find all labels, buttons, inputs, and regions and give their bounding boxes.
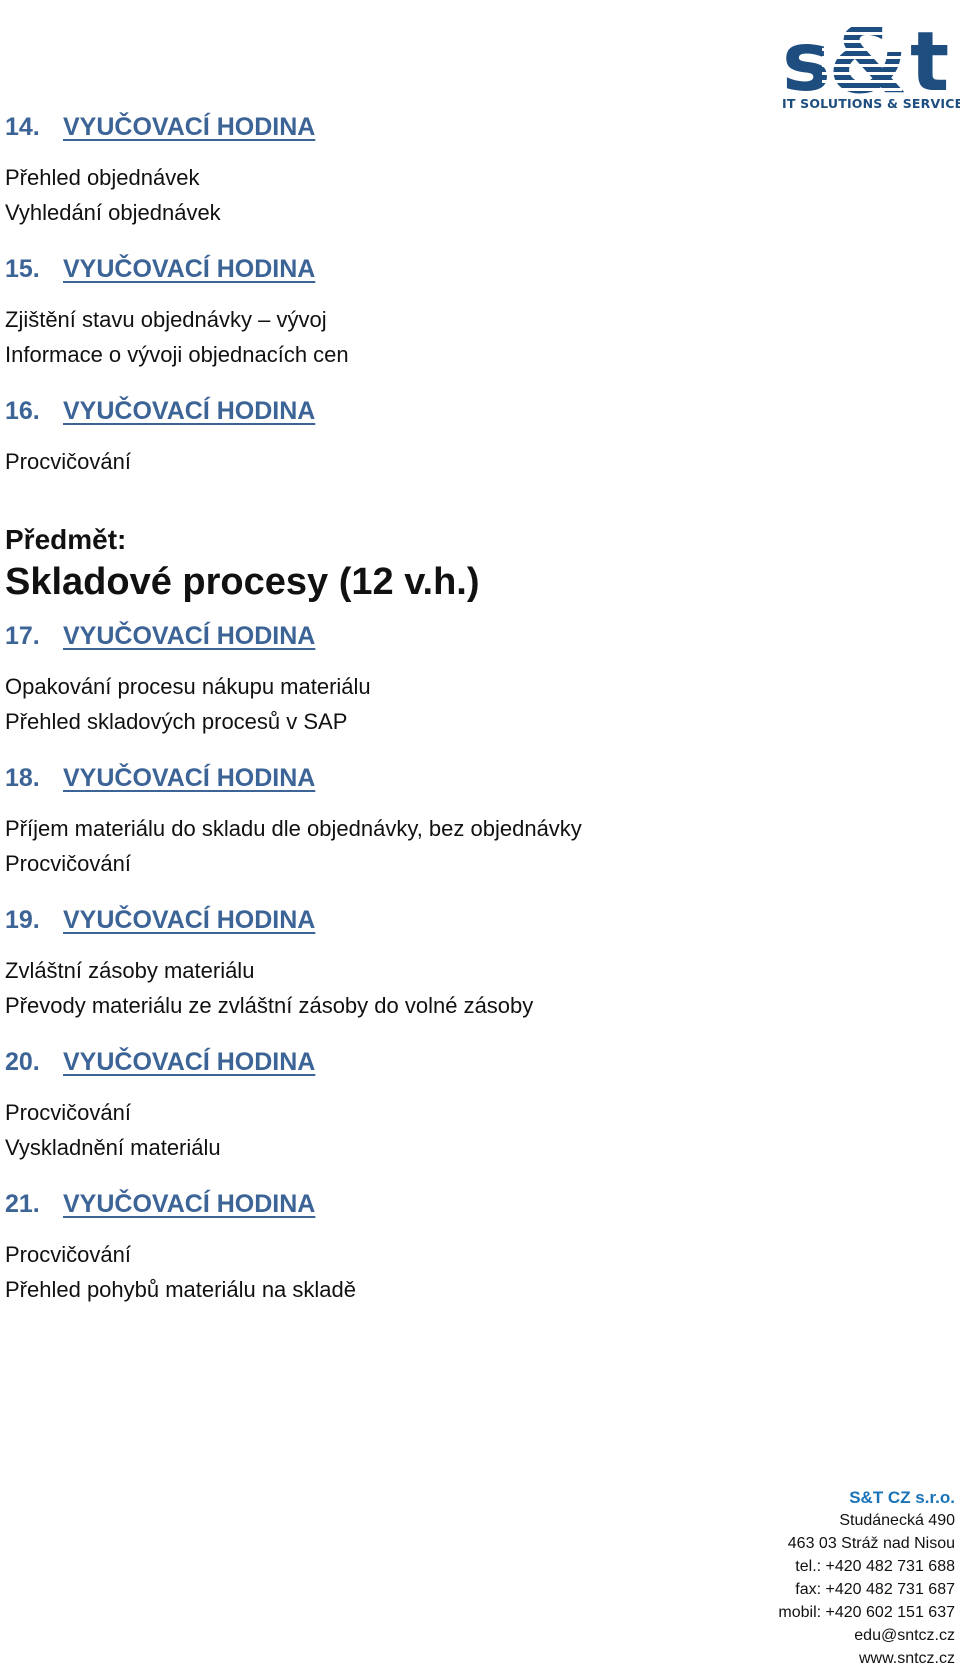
address-street: Studánecká 490 (839, 1512, 955, 1529)
lesson-topic: Vyhledání objednávek (5, 200, 221, 225)
lesson-heading: 16. VYUČOVACÍ HODINA (5, 392, 705, 430)
lesson-topic: Přehled skladových procesů v SAP (5, 709, 348, 734)
document-body: 14. VYUČOVACÍ HODINA Přehled objednávek Vyh… (5, 108, 705, 1327)
address-city: 463 03 Stráž nad Nisou (787, 1535, 955, 1552)
subject-label: Předmět: (5, 524, 127, 555)
lesson-topics: Přehled objednávek Vyhledání objednávek (5, 160, 705, 230)
subject-title: Skladové procesy (12 v.h.) (5, 561, 480, 603)
lesson-title: VYUČOVACÍ HODINA (63, 622, 316, 650)
lesson-topic: Procvičování (5, 851, 131, 876)
lesson-topic: Procvičování (5, 1100, 131, 1125)
lesson-section: 17. VYUČOVACÍ HODINA Opakování procesu nák… (5, 617, 705, 739)
lessons-group-a: 14. VYUČOVACÍ HODINA Přehled objednávek Vyh… (5, 108, 705, 479)
lessons-group-b: 17. VYUČOVACÍ HODINA Opakování procesu nák… (5, 617, 705, 1307)
lesson-section: 16. VYUČOVACÍ HODINA Procvičování (5, 392, 705, 479)
lesson-topic: Procvičování (5, 1242, 131, 1267)
lesson-heading: 15. VYUČOVACÍ HODINA (5, 250, 705, 288)
lesson-section: 15. VYUČOVACÍ HODINA Zjištění stavu objedn… (5, 250, 705, 372)
lesson-section: 21. VYUČOVACÍ HODINA Procvičování Přehled p… (5, 1185, 705, 1307)
website-link[interactable]: www.sntcz.cz (778, 1647, 955, 1670)
lesson-section: 14. VYUČOVACÍ HODINA Přehled objednávek Vyh… (5, 108, 705, 230)
mobile: mobil: +420 602 151 637 (778, 1604, 955, 1621)
logo-tagline: IT SOLUTIONS & SERVICES (782, 96, 960, 111)
fax: fax: +420 482 731 687 (795, 1581, 955, 1598)
company-name: S&T CZ s.r.o. (849, 1488, 955, 1507)
lesson-heading: 14. VYUČOVACÍ HODINA (5, 108, 705, 146)
lesson-heading: 18. VYUČOVACÍ HODINA (5, 759, 705, 797)
lesson-topics: Zjištění stavu objednávky – vývoj Informa… (5, 302, 705, 372)
lesson-title: VYUČOVACÍ HODINA (63, 113, 316, 141)
lesson-section: 20. VYUČOVACÍ HODINA Procvičování Vyskladně… (5, 1043, 705, 1165)
lesson-topic: Přehled objednávek (5, 165, 200, 190)
lesson-topics: Procvičování Přehled pohybů materiálu na … (5, 1237, 705, 1307)
lesson-topics: Procvičování Vyskladnění materiálu (5, 1095, 705, 1165)
lesson-heading: 19. VYUČOVACÍ HODINA (5, 901, 705, 939)
lesson-topic: Informace o vývoji objednacích cen (5, 342, 349, 367)
lesson-number: 15. (5, 255, 40, 283)
lesson-title: VYUČOVACÍ HODINA (63, 1048, 316, 1076)
lesson-heading: 21. VYUČOVACÍ HODINA (5, 1185, 705, 1223)
lesson-title: VYUČOVACÍ HODINA (63, 397, 316, 425)
lesson-topic: Procvičování (5, 449, 131, 474)
lesson-title: VYUČOVACÍ HODINA (63, 906, 316, 934)
lesson-heading: 20. VYUČOVACÍ HODINA (5, 1043, 705, 1081)
email-link[interactable]: edu@sntcz.cz (778, 1624, 955, 1647)
lesson-number: 20. (5, 1048, 40, 1076)
phone: tel.: +420 482 731 688 (795, 1558, 955, 1575)
lesson-heading: 17. VYUČOVACÍ HODINA (5, 617, 705, 655)
lesson-title: VYUČOVACÍ HODINA (63, 764, 316, 792)
lesson-topic: Vyskladnění materiálu (5, 1135, 221, 1160)
lesson-topic: Opakování procesu nákupu materiálu (5, 674, 371, 699)
lesson-topics: Procvičování (5, 444, 705, 479)
lesson-topics: Opakování procesu nákupu materiálu Přehle… (5, 669, 705, 739)
lesson-topic: Zjištění stavu objednávky – vývoj (5, 307, 327, 332)
lesson-number: 21. (5, 1190, 40, 1218)
lesson-title: VYUČOVACÍ HODINA (63, 255, 316, 283)
lesson-number: 18. (5, 764, 40, 792)
lesson-topic: Příjem materiálu do skladu dle objednávk… (5, 816, 582, 841)
lesson-number: 19. (5, 906, 40, 934)
lesson-topics: Příjem materiálu do skladu dle objednávk… (5, 811, 705, 881)
lesson-section: 19. VYUČOVACÍ HODINA Zvláštní zásoby mater… (5, 901, 705, 1023)
lesson-number: 17. (5, 622, 40, 650)
lesson-number: 16. (5, 397, 40, 425)
lesson-title: VYUČOVACÍ HODINA (63, 1190, 316, 1218)
lesson-topic: Zvláštní zásoby materiálu (5, 958, 255, 983)
lesson-topic: Převody materiálu ze zvláštní zásoby do … (5, 993, 534, 1018)
lesson-topic: Přehled pohybů materiálu na skladě (5, 1277, 357, 1302)
lesson-section: 18. VYUČOVACÍ HODINA Příjem materiálu do s… (5, 759, 705, 881)
company-address: S&T CZ s.r.o. Studánecká 490 463 03 Strá… (778, 1486, 955, 1670)
lesson-number: 14. (5, 113, 40, 141)
lesson-topics: Zvláštní zásoby materiálu Převody materiá… (5, 953, 705, 1023)
